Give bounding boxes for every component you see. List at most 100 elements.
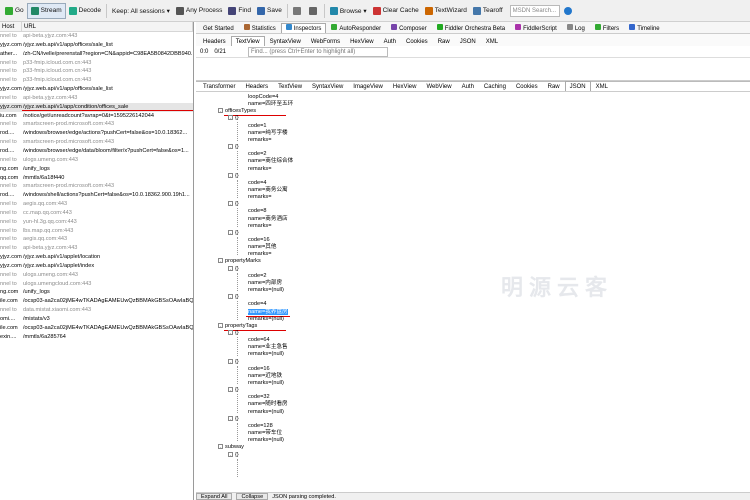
tree-node-group[interactable]: -{}: [228, 387, 239, 394]
session-row[interactable]: yjyz.com/yjyz.web.api/v1/app/offices/sal…: [0, 85, 193, 94]
toolbar-button-decode[interactable]: Decode: [66, 3, 104, 19]
collapse-button[interactable]: Collapse: [236, 493, 269, 500]
session-row[interactable]: nnel to ulogs.umeng.com:443: [0, 156, 193, 165]
response-tab-hexview[interactable]: HexView: [388, 81, 422, 91]
tree-node-group[interactable]: - propertyMarks: [218, 258, 261, 265]
session-row[interactable]: iu.com/notice/get/unreadcount?avrap=0&t=…: [0, 112, 193, 121]
tab-fiddlerscript[interactable]: FiddlerScript: [510, 23, 562, 33]
toolbar-button-textwizard[interactable]: TextWizard: [422, 3, 470, 19]
tree-node-group[interactable]: -{}: [228, 229, 239, 237]
session-row[interactable]: nnel to data.mistat.xiaomi.com:443: [0, 306, 193, 315]
toolbar-button-go[interactable]: Go: [2, 3, 27, 19]
tab-statistics[interactable]: Statistics: [239, 23, 281, 33]
collapse-toggle-icon[interactable]: -: [228, 265, 233, 271]
toolbar-button-camera[interactable]: [290, 3, 306, 19]
url-column-header[interactable]: URL: [22, 22, 193, 31]
collapse-toggle-icon[interactable]: -: [228, 415, 233, 421]
toolbar-button-save[interactable]: Save: [254, 3, 285, 19]
request-tab-textview[interactable]: TextView: [230, 36, 265, 46]
collapse-toggle-icon[interactable]: -: [228, 144, 233, 150]
response-tab-transformer[interactable]: Transformer: [198, 81, 240, 91]
toolbar-button-any-process[interactable]: Any Process: [173, 3, 226, 19]
collapse-toggle-icon[interactable]: -: [228, 229, 233, 235]
msdn-search-input[interactable]: MSDN Search...: [509, 4, 560, 17]
session-row[interactable]: ather... /zh-CN/ivelle/prerenstall?region…: [0, 50, 193, 59]
session-row[interactable]: rod.... /windows/browser/edge/actions?pus…: [0, 129, 193, 138]
response-tab-json[interactable]: JSON: [564, 81, 591, 91]
session-row[interactable]: nnel to smartscreen-prod.microsoft.com:44…: [0, 182, 193, 191]
tree-node-group[interactable]: -{}: [228, 201, 239, 208]
request-tab-cookies[interactable]: Cookies: [401, 36, 433, 46]
session-row[interactable]: nnel to smartscreen-prod.microsoft.com:44…: [0, 120, 193, 129]
toolbar-button-keep-all-sessions[interactable]: Keep: All sessions ▾: [109, 3, 173, 19]
response-tab-textview[interactable]: TextView: [273, 81, 307, 91]
session-row[interactable]: nnel to aegis.qq.com:443: [0, 200, 193, 209]
session-row[interactable]: yjyz.com/yjyz.web.api/v1/applet/index: [0, 262, 193, 271]
tree-node-group[interactable]: -{}: [228, 451, 239, 459]
request-tab-syntaxview[interactable]: SyntaxView: [265, 36, 306, 46]
tree-node-group[interactable]: -{}: [228, 329, 239, 337]
response-tab-cookies[interactable]: Cookies: [511, 81, 543, 91]
session-row[interactable]: nnel to api-beta.yjyz.com:443: [0, 32, 193, 41]
session-row[interactable]: ng.com/unify_logs: [0, 165, 193, 174]
response-tab-auth[interactable]: Auth: [457, 81, 479, 91]
tab-inspectors[interactable]: Inspectors: [280, 23, 327, 33]
find-input[interactable]: Find... (press Ctrl+Enter to highlight a…: [248, 46, 389, 57]
session-row[interactable]: exin.... /mmtls/6a285764: [0, 333, 193, 342]
tab-timeline[interactable]: Timeline: [624, 23, 664, 33]
tree-node-group[interactable]: -{}: [228, 265, 239, 273]
session-row[interactable]: nnel to smartscreen-prod.microsoft.com:44…: [0, 138, 193, 147]
session-row[interactable]: yjyz.com/yjyz.web.api/v1/app/offices/sal…: [0, 41, 193, 50]
session-row[interactable]: nnel to api-beta.yjyz.com:443: [0, 94, 193, 103]
tree-node-value[interactable]: name=我养盘房: [248, 308, 288, 316]
request-tab-webforms[interactable]: WebForms: [306, 36, 345, 46]
response-tab-headers[interactable]: Headers: [240, 81, 273, 91]
collapse-toggle-icon[interactable]: -: [228, 358, 233, 364]
request-tab-auth[interactable]: Auth: [379, 36, 401, 46]
toolbar-button-stream[interactable]: Stream: [26, 2, 66, 19]
response-tab-webview[interactable]: WebView: [421, 81, 456, 91]
tree-node-group[interactable]: - officesTypes: [218, 108, 256, 115]
session-row[interactable]: omi.... /mistats/v3: [0, 315, 193, 324]
toolbar-button-tearoff[interactable]: Tearoff: [470, 3, 506, 19]
collapse-toggle-icon[interactable]: -: [228, 451, 233, 457]
tab-filters[interactable]: Filters: [590, 23, 624, 33]
toolbar-button-browse[interactable]: Browse ▾: [327, 3, 370, 19]
help-icon[interactable]: [563, 6, 572, 15]
request-tab-json[interactable]: JSON: [455, 36, 481, 46]
tab-log[interactable]: Log: [562, 23, 590, 33]
session-row[interactable]: nnel to ulogs.umeng.com:443: [0, 271, 193, 280]
tree-node-group[interactable]: -{}: [228, 415, 239, 423]
session-row[interactable]: nnel to p33-fmip.icloud.com.cn:443: [0, 67, 193, 76]
collapse-toggle-icon[interactable]: -: [218, 108, 223, 114]
response-tab-xml[interactable]: XML: [591, 81, 613, 91]
session-row[interactable]: yjyz.com/yjyz.web.api/v1/applet/location: [0, 253, 193, 262]
tree-node-group[interactable]: - subway: [218, 444, 244, 451]
collapse-toggle-icon[interactable]: -: [228, 329, 233, 335]
tab-get-started[interactable]: Get Started: [198, 23, 239, 33]
collapse-toggle-icon[interactable]: -: [218, 444, 223, 450]
toolbar-button-timer[interactable]: [306, 3, 322, 19]
session-row[interactable]: nnel to lbs.map.qq.com:443: [0, 227, 193, 236]
tree-node-group[interactable]: - propertyTags: [218, 322, 257, 330]
tree-node-group[interactable]: -{}: [228, 358, 239, 366]
tree-node-group[interactable]: -{}: [228, 115, 239, 122]
collapse-toggle-icon[interactable]: -: [228, 115, 233, 121]
toolbar-button-clear-cache[interactable]: Clear Cache: [370, 3, 422, 19]
request-tab-hexview[interactable]: HexView: [345, 36, 379, 46]
tab-fiddler-orchestra-beta[interactable]: Fiddler Orchestra Beta: [432, 23, 510, 33]
response-tab-caching[interactable]: Caching: [479, 81, 511, 91]
tree-node-group[interactable]: -{}: [228, 172, 239, 180]
session-row[interactable]: ile.com/ocsp03-aa2ca02jME4wTKADAgEAMEUwQ…: [0, 324, 193, 333]
tab-composer[interactable]: Composer: [386, 23, 432, 33]
session-row[interactable]: nnel to ulogs.umengcloud.com:443: [0, 280, 193, 289]
session-row[interactable]: nnel to yun-hl.3g.qq.com:443: [0, 218, 193, 227]
tree-node-group[interactable]: -{}: [228, 294, 239, 301]
collapse-toggle-icon[interactable]: -: [228, 201, 233, 207]
session-row[interactable]: nnel to p33-fmip.icloud.com.cn:443: [0, 59, 193, 68]
session-row[interactable]: rod.... /windows/browser/edge/data/bloom/…: [0, 147, 193, 156]
expand-all-button[interactable]: Expand All: [196, 493, 233, 500]
toolbar-button-find[interactable]: Find: [225, 3, 254, 19]
request-tab-headers[interactable]: Headers: [198, 36, 231, 46]
response-tab-imageview[interactable]: ImageView: [348, 81, 388, 91]
